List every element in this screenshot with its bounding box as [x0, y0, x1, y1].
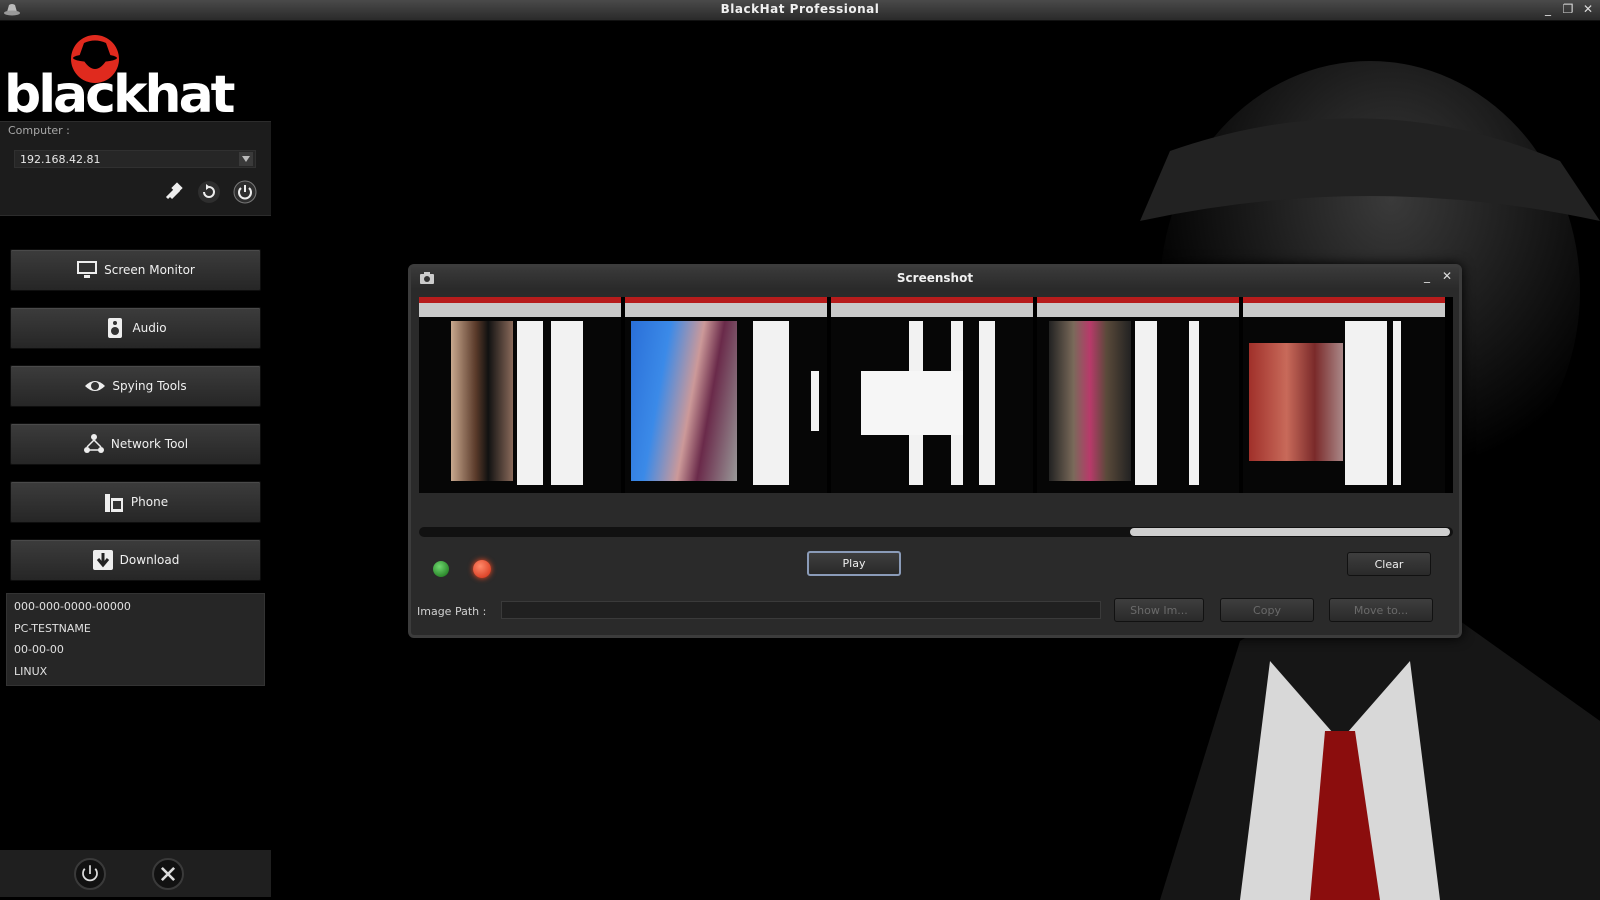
speaker-icon	[108, 318, 123, 338]
screenshot-thumbnail[interactable]	[1037, 297, 1239, 493]
computer-label: Computer :	[8, 124, 70, 137]
download-button[interactable]: Download	[10, 539, 261, 581]
copy-button[interactable]: Copy	[1220, 598, 1314, 622]
window-titlebar: BlackHat Professional _ ❐ ✕	[0, 0, 1600, 21]
nav-label: Spying Tools	[112, 379, 187, 393]
window-title: BlackHat Professional	[720, 2, 880, 16]
info-os: LINUX	[14, 664, 48, 678]
nav-label: Network Tool	[110, 437, 189, 451]
audio-button[interactable]: Audio	[10, 307, 261, 349]
eye-icon	[85, 381, 106, 391]
dialog-title: Screenshot	[896, 271, 974, 285]
status-indicator-green	[433, 561, 449, 577]
sidebar: blackhat Computer : 192.168.42.81 Screen…	[0, 21, 271, 900]
power-icon[interactable]	[233, 180, 257, 204]
phone-icon	[104, 494, 123, 512]
move-to-button[interactable]: Move to...	[1329, 598, 1433, 622]
minimize-button[interactable]: _	[1542, 2, 1554, 16]
computer-select-value: 192.168.42.81	[20, 153, 101, 166]
record-indicator-red[interactable]	[473, 560, 491, 578]
close-button[interactable]: ✕	[1582, 2, 1594, 16]
network-tool-button[interactable]: Network Tool	[10, 423, 261, 465]
network-icon	[83, 434, 104, 453]
chevron-down-icon	[239, 152, 253, 166]
clear-button[interactable]: Clear	[1347, 552, 1431, 576]
dialog-titlebar: Screenshot _ ✕	[411, 267, 1459, 289]
thumbnail-strip	[419, 297, 1453, 493]
tools-icon[interactable]	[152, 858, 184, 890]
nav-label: Download	[119, 553, 180, 567]
download-icon	[92, 550, 113, 570]
scrollbar-thumb[interactable]	[1130, 528, 1450, 536]
monitor-icon	[77, 261, 98, 278]
sidebar-footer	[0, 850, 271, 897]
info-pc-name: PC-TESTNAME	[14, 621, 91, 635]
screenshot-thumbnail[interactable]	[419, 297, 621, 493]
screenshot-dialog: Screenshot _ ✕ Play Clear Image Path: S…	[408, 264, 1462, 638]
dialog-minimize-button[interactable]: _	[1421, 269, 1433, 283]
plug-icon[interactable]	[161, 180, 185, 204]
dialog-close-button[interactable]: ✕	[1441, 269, 1453, 283]
screen-monitor-button[interactable]: Screen Monitor	[10, 249, 261, 291]
nav-label: Screen Monitor	[104, 263, 195, 277]
play-button[interactable]: Play	[807, 551, 901, 576]
system-info: 000-000-0000-00000 PC-TESTNAME 00-00-00 …	[6, 593, 265, 686]
screenshot-thumbnail[interactable]	[1243, 297, 1445, 493]
power-icon[interactable]	[74, 858, 106, 890]
nav-label: Phone	[130, 495, 169, 509]
thumbnail-scrollbar[interactable]	[419, 527, 1453, 537]
main-nav: Screen Monitor Audio Spying Tools Networ…	[10, 249, 261, 597]
nav-label: Audio	[132, 321, 167, 335]
show-image-button[interactable]: Show Im...	[1114, 598, 1204, 622]
image-path-label: Image Path :	[417, 605, 487, 618]
image-path-field[interactable]	[501, 601, 1101, 619]
phone-button[interactable]: Phone	[10, 481, 261, 523]
info-code: 00-00-00	[14, 643, 64, 656]
computer-panel: Computer : 192.168.42.81	[0, 121, 271, 216]
screenshot-thumbnail[interactable]	[625, 297, 827, 493]
computer-select[interactable]: 192.168.42.81	[14, 150, 256, 168]
screenshot-thumbnail[interactable]	[831, 297, 1033, 493]
maximize-button[interactable]: ❐	[1562, 2, 1574, 16]
brand-wordmark: blackhat	[4, 65, 236, 125]
refresh-icon[interactable]	[197, 180, 221, 204]
logo: blackhat	[4, 29, 268, 125]
spying-tools-button[interactable]: Spying Tools	[10, 365, 261, 407]
info-id: 000-000-0000-00000	[14, 600, 131, 613]
